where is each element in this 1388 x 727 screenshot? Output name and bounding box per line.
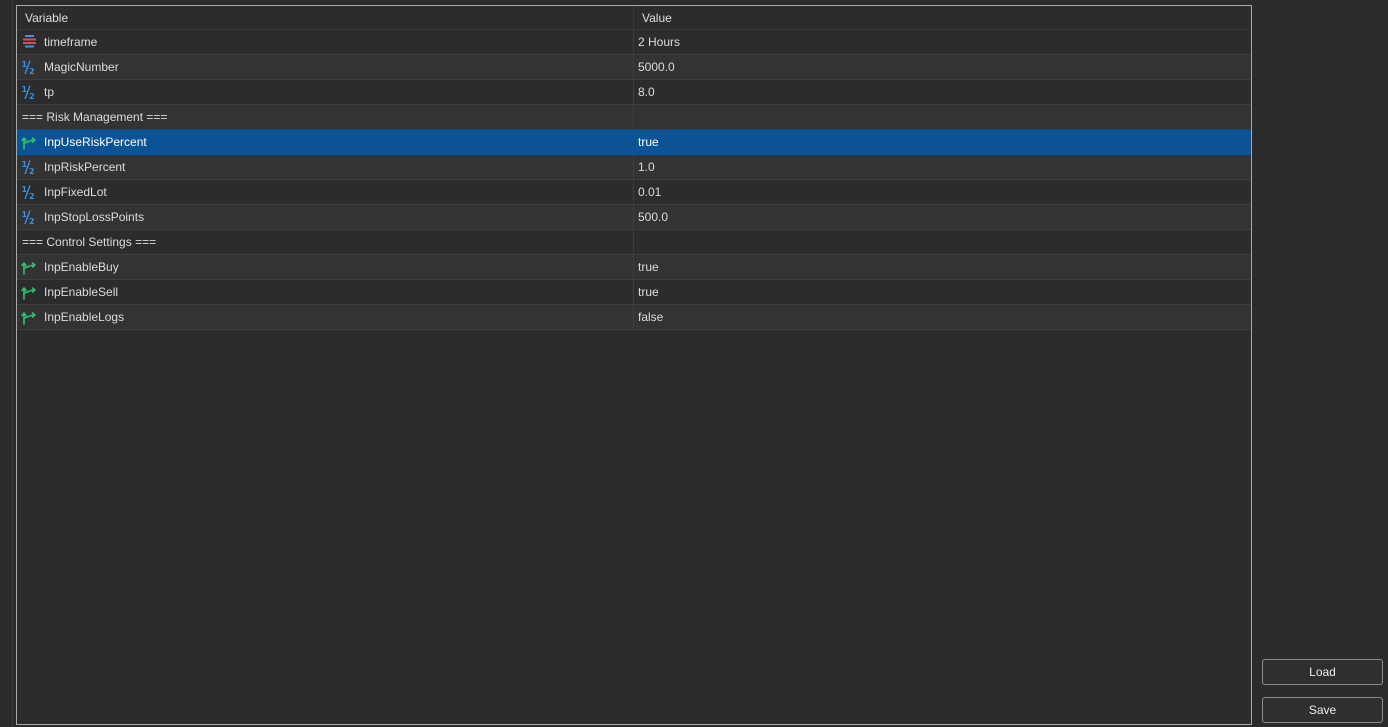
variable-value[interactable]: true <box>638 130 659 154</box>
table-row[interactable]: 1 2 InpFixedLot 0.01 <box>17 180 1251 205</box>
cell-divider <box>633 55 634 79</box>
number-half-icon: 12 <box>21 84 38 101</box>
enum-icon <box>21 34 38 50</box>
variable-name: timeframe <box>44 35 98 49</box>
table-row[interactable]: timeframe 2 Hours <box>17 30 1251 55</box>
cell-divider <box>633 130 634 154</box>
table-row[interactable]: 1 2 InpStopLossPoints 500.0 <box>17 205 1251 230</box>
cell-divider <box>633 105 634 129</box>
svg-text:1: 1 <box>22 210 28 219</box>
variable-name: InpEnableLogs <box>44 310 125 324</box>
column-header-variable[interactable]: Variable <box>25 6 68 30</box>
variable-value[interactable]: 8.0 <box>638 80 655 104</box>
left-panel-edge <box>0 0 13 727</box>
cell-divider <box>633 30 634 54</box>
cell-divider <box>633 155 634 179</box>
variable-value[interactable]: 2 Hours <box>638 30 680 54</box>
svg-text:2: 2 <box>29 167 35 175</box>
table-row[interactable]: InpEnableLogs false <box>17 305 1251 330</box>
svg-text:1: 1 <box>22 85 28 94</box>
save-button[interactable]: Save <box>1262 697 1383 723</box>
table-row[interactable]: InpUseRiskPercent true <box>17 130 1251 155</box>
svg-text:2: 2 <box>29 92 35 100</box>
svg-text:2: 2 <box>29 217 35 225</box>
table-row[interactable]: InpEnableBuy true <box>17 255 1251 280</box>
table-row[interactable]: 1 2 InpRiskPercent 1.0 <box>17 155 1251 180</box>
cell-divider <box>633 230 634 254</box>
cell-divider <box>633 180 634 204</box>
variable-value[interactable]: 500.0 <box>638 205 668 229</box>
variable-value[interactable]: 0.01 <box>638 180 661 204</box>
variable-value[interactable]: false <box>638 305 663 329</box>
variable-value[interactable]: true <box>638 255 659 279</box>
variable-name: InpFixedLot <box>44 185 107 199</box>
table-header: Variable Value <box>17 6 1251 30</box>
bool-arrow-icon <box>21 134 38 150</box>
load-button[interactable]: Load <box>1262 659 1383 685</box>
number-half-icon: 12 <box>21 209 38 226</box>
svg-text:2: 2 <box>29 192 35 200</box>
variable-name: InpRiskPercent <box>44 160 126 174</box>
cell-divider <box>633 80 634 104</box>
cell-divider <box>633 305 634 329</box>
group-label: === Control Settings === <box>22 235 157 249</box>
table-row[interactable]: 1 2 MagicNumber 5000.0 <box>17 55 1251 80</box>
variable-name: InpEnableSell <box>44 285 119 299</box>
cell-divider <box>633 205 634 229</box>
cell-divider <box>633 255 634 279</box>
svg-text:2: 2 <box>29 67 35 75</box>
bool-arrow-icon <box>21 284 38 300</box>
variable-name: InpStopLossPoints <box>44 210 145 224</box>
variable-value[interactable]: true <box>638 280 659 304</box>
table-row[interactable]: 1 2 tp 8.0 <box>17 80 1251 105</box>
table-group-row[interactable]: === Control Settings === <box>17 230 1251 255</box>
table-group-row[interactable]: === Risk Management === <box>17 105 1251 130</box>
variable-name: InpEnableBuy <box>44 260 119 274</box>
column-header-value[interactable]: Value <box>642 6 672 30</box>
variable-name: tp <box>44 85 55 99</box>
svg-text:1: 1 <box>22 160 28 169</box>
table-body: timeframe 2 Hours 1 2 MagicNumber 5000.0 1 2 tp 8… <box>17 30 1251 330</box>
svg-text:1: 1 <box>22 60 28 69</box>
svg-text:1: 1 <box>22 185 28 194</box>
variable-value[interactable]: 1.0 <box>638 155 655 179</box>
number-half-icon: 12 <box>21 59 38 76</box>
variable-name: InpUseRiskPercent <box>44 135 147 149</box>
number-half-icon: 12 <box>21 159 38 176</box>
variable-value[interactable]: 5000.0 <box>638 55 675 79</box>
column-divider[interactable] <box>633 6 634 30</box>
cell-divider <box>633 280 634 304</box>
number-half-icon: 12 <box>21 184 38 201</box>
variable-name: MagicNumber <box>44 60 119 74</box>
inputs-table[interactable]: Variable Value timeframe 2 Hours 1 2 MagicNu… <box>16 5 1252 725</box>
bool-arrow-icon <box>21 309 38 325</box>
group-label: === Risk Management === <box>22 110 168 124</box>
table-row[interactable]: InpEnableSell true <box>17 280 1251 305</box>
bool-arrow-icon <box>21 259 38 275</box>
